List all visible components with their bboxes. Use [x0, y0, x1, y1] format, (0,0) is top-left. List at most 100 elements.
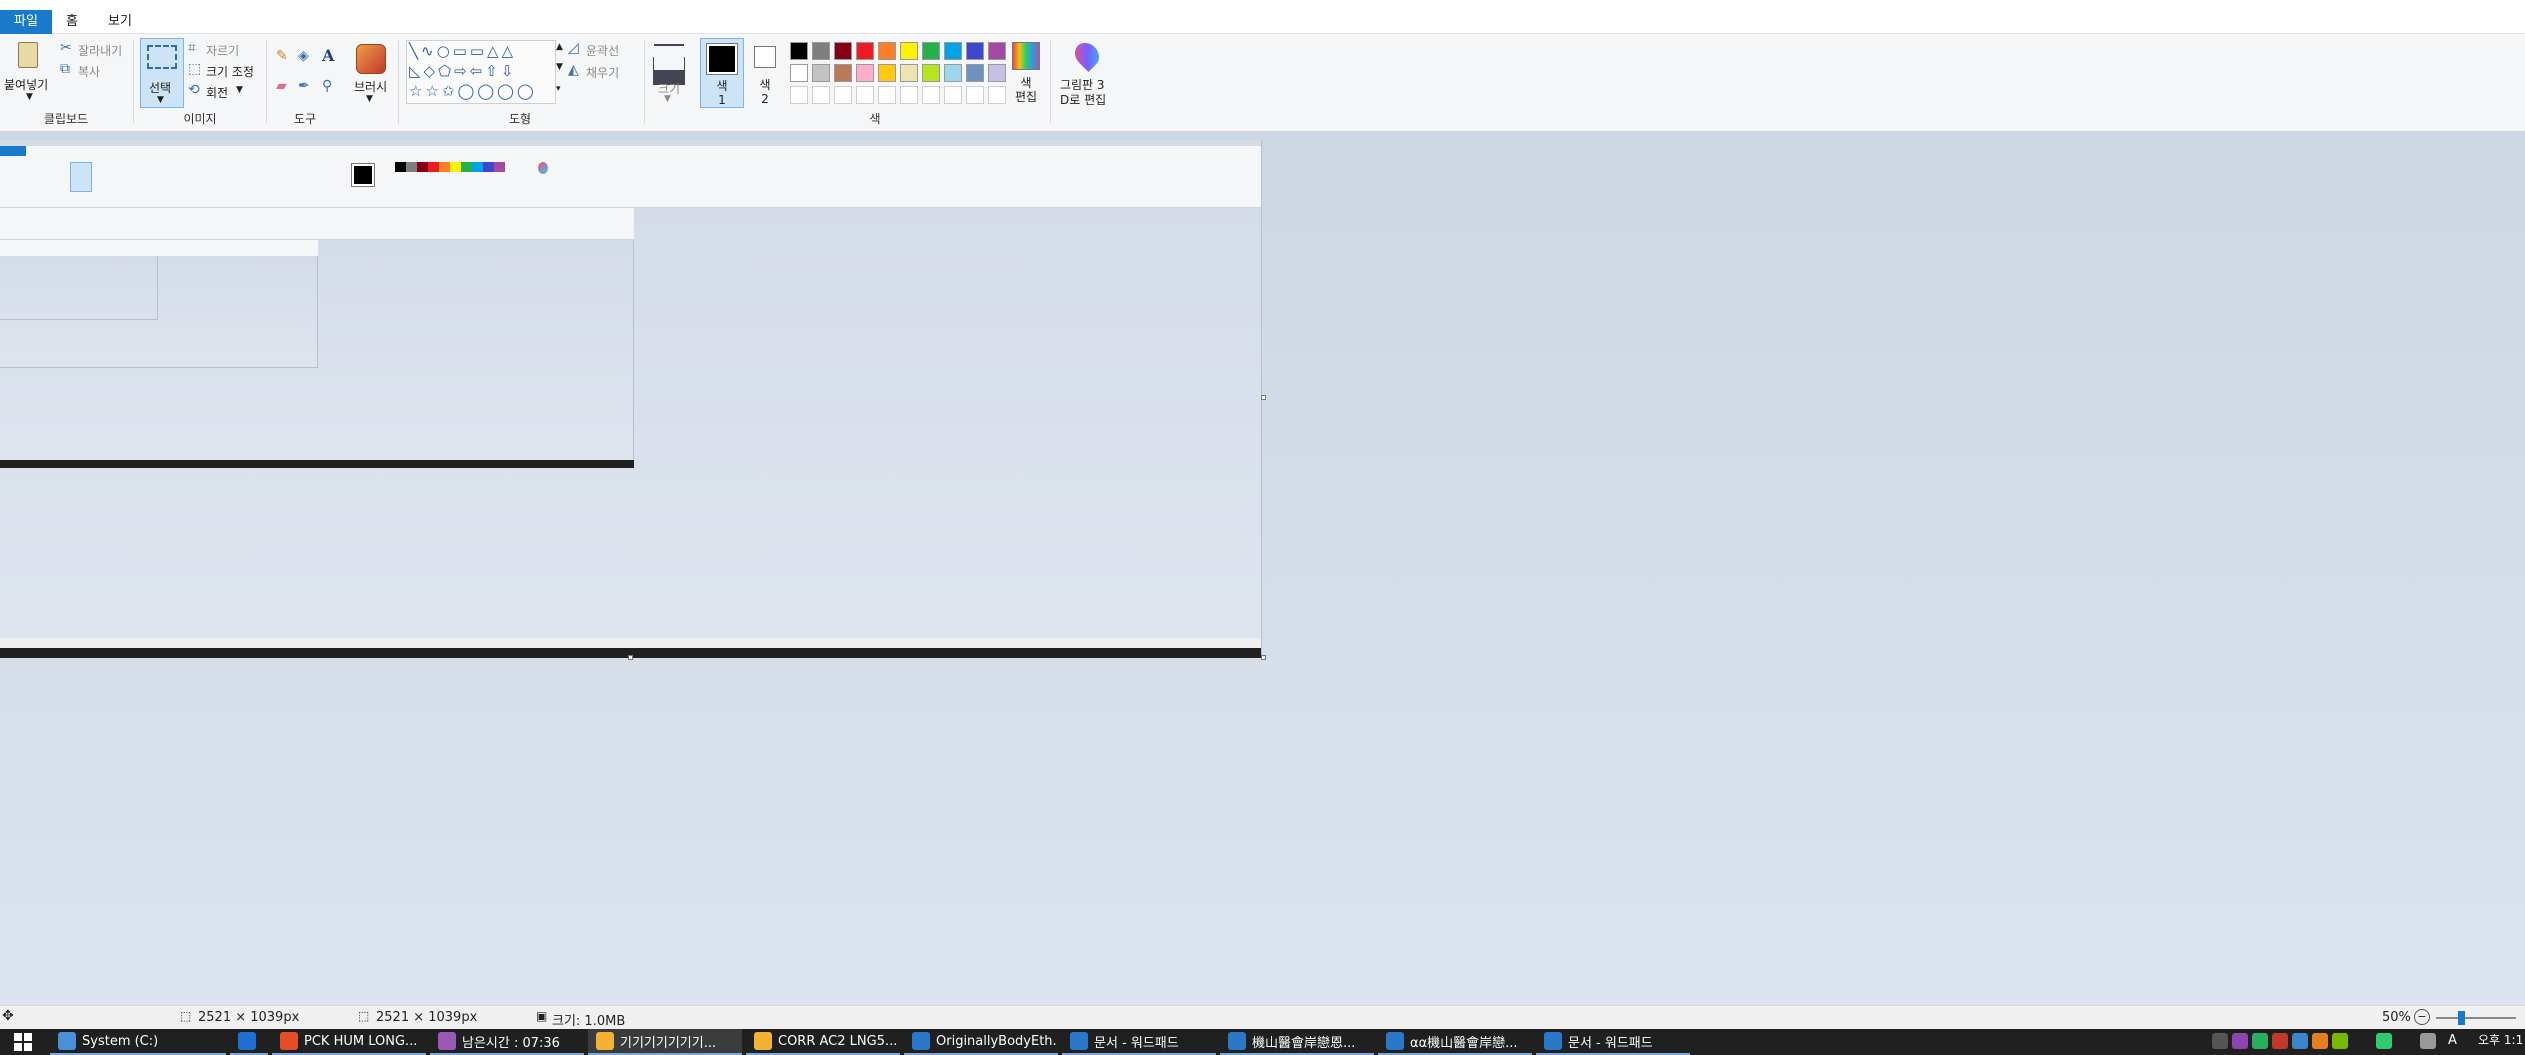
color-swatch[interactable]	[812, 64, 830, 82]
tab-view[interactable]: 보기	[104, 10, 136, 34]
color-swatch[interactable]	[856, 86, 874, 104]
color-swatch[interactable]	[944, 64, 962, 82]
kakao-tray-icon[interactable]	[2376, 1033, 2392, 1049]
fill-button[interactable]: ◭ 채우기	[568, 62, 638, 80]
tab-home[interactable]: 홈	[60, 10, 84, 34]
color-swatch[interactable]	[944, 86, 962, 104]
color-swatch[interactable]	[944, 42, 962, 60]
color-swatch[interactable]	[988, 42, 1006, 60]
crop-label: 자르기	[206, 44, 240, 58]
google-tray-icon[interactable]	[2312, 1033, 2328, 1049]
chrome-tray-icon[interactable]	[2252, 1033, 2268, 1049]
color-swatch[interactable]	[900, 64, 918, 82]
volume-icon[interactable]	[2420, 1033, 2436, 1049]
color-swatch[interactable]	[922, 42, 940, 60]
clock[interactable]: 오후 1:1	[2478, 1031, 2523, 1048]
color-swatch[interactable]	[966, 42, 984, 60]
color-swatch[interactable]	[966, 64, 984, 82]
shapes-row-1: ╲∿○▭▭△△	[409, 42, 517, 60]
taskbar-item[interactable]: PCK HUM LONG...	[272, 1029, 426, 1055]
color-swatch[interactable]	[878, 86, 896, 104]
color2-button[interactable]: 색 2	[748, 38, 784, 108]
network-icon[interactable]	[2212, 1033, 2228, 1049]
cut-button[interactable]: ✂ 잘라내기	[60, 40, 130, 58]
onenote-icon[interactable]	[2232, 1033, 2248, 1049]
taskbar-item[interactable]: 문서 - 워드패드	[1062, 1029, 1216, 1055]
taskbar-item[interactable]: 문서 - 워드패드	[1536, 1029, 1690, 1055]
move-icon: ✥	[2, 1008, 14, 1024]
resize-handle-bottom[interactable]	[628, 655, 633, 660]
fill-bucket-icon[interactable]: ◈	[298, 48, 309, 64]
chevron-down-icon: ▼	[236, 85, 243, 95]
shapes-gallery[interactable]: ╲∿○▭▭△△ ◺◇⬠⇨⇦⇧⇩ ☆☆✩◯◯◯◯	[406, 40, 556, 104]
resize-button[interactable]: ⬚ 크기 조정	[188, 61, 268, 79]
taskbar-item[interactable]: OriginallyBodyEth...	[904, 1029, 1058, 1055]
color-swatch[interactable]	[812, 86, 830, 104]
color-picker-icon[interactable]: ✒	[298, 78, 310, 94]
color-swatch[interactable]	[966, 86, 984, 104]
text-tool-icon[interactable]: A	[322, 46, 334, 65]
color-swatch[interactable]	[790, 42, 808, 60]
color-swatch[interactable]	[856, 42, 874, 60]
paste-button[interactable]: 붙여넣기 ▼	[4, 38, 54, 104]
edit-with-paint3d-button[interactable]: 그림판 3 D로 편집	[1056, 38, 1118, 108]
nested-paint3d-icon	[538, 162, 548, 174]
crop-button[interactable]: ⌗ 자르기	[188, 40, 258, 58]
taskbar-item[interactable]: CORR AC2 LNG5...	[746, 1029, 900, 1055]
brushes-button[interactable]: 브러시 ▼	[352, 40, 392, 106]
color-palette	[786, 40, 1006, 106]
color-swatch[interactable]	[790, 64, 808, 82]
color-swatch[interactable]	[900, 86, 918, 104]
start-button[interactable]	[0, 1029, 46, 1055]
shapes-group-label: 도형	[508, 112, 532, 126]
file-size: 크기: 1.0MB	[552, 1014, 626, 1029]
input-method-icon[interactable]: A	[2448, 1033, 2464, 1049]
opera-tray-icon[interactable]	[2272, 1033, 2288, 1049]
taskbar-item[interactable]: 남은시간 : 07:36	[430, 1029, 584, 1055]
resize-handle-corner[interactable]	[1261, 655, 1266, 660]
pencil-icon[interactable]: ✎	[276, 48, 288, 64]
zoom-slider[interactable]	[2436, 1011, 2516, 1025]
color-swatch[interactable]	[790, 86, 808, 104]
color-swatch[interactable]	[878, 64, 896, 82]
image-canvas[interactable]	[0, 140, 1262, 658]
color-swatch[interactable]	[812, 42, 830, 60]
zoom-slider-thumb[interactable]	[2458, 1011, 2465, 1025]
color1-button[interactable]: 색 1	[700, 38, 744, 108]
color-swatch[interactable]	[922, 86, 940, 104]
select-button[interactable]: 선택 ▼	[140, 38, 184, 108]
color-swatch[interactable]	[988, 64, 1006, 82]
outline-button[interactable]: ◿ 윤곽선	[568, 40, 638, 58]
app-icon	[280, 1032, 298, 1050]
app-icon	[596, 1032, 614, 1050]
color-swatch[interactable]	[834, 86, 852, 104]
nvidia-tray-icon[interactable]	[2332, 1033, 2348, 1049]
magnifier-icon[interactable]: ⚲	[322, 78, 332, 94]
color-swatch[interactable]	[834, 42, 852, 60]
expand-gallery-icon[interactable]: ▾	[556, 84, 561, 94]
copy-button[interactable]: ⧉ 복사	[60, 61, 120, 79]
color-swatch[interactable]	[900, 42, 918, 60]
color-swatch[interactable]	[856, 64, 874, 82]
select-rectangle-icon	[147, 45, 177, 69]
scroll-up-icon[interactable]: ▲	[556, 42, 563, 52]
color-swatch[interactable]	[988, 86, 1006, 104]
color-swatch[interactable]	[922, 64, 940, 82]
app-tray-icon[interactable]	[2292, 1033, 2308, 1049]
taskbar-item[interactable]: 기기기기기기기...	[588, 1029, 742, 1055]
edit-colors-button[interactable]: 색 편집	[1008, 40, 1044, 108]
zoom-out-button[interactable]: −	[2414, 1009, 2430, 1025]
eraser-icon[interactable]: ▰	[276, 78, 287, 94]
nested-ribbon-level3	[0, 240, 318, 256]
taskbar-item[interactable]	[230, 1029, 268, 1055]
resize-handle-right[interactable]	[1261, 395, 1266, 400]
taskbar-item[interactable]: 機山醫會岸戀恩...	[1220, 1029, 1374, 1055]
taskbar-item[interactable]: System (C:)	[50, 1029, 226, 1055]
taskbar-item[interactable]: αα機山醫會岸戀...	[1378, 1029, 1532, 1055]
scroll-down-icon[interactable]: ▼	[556, 62, 563, 72]
color-swatch[interactable]	[834, 64, 852, 82]
rotate-button[interactable]: ⟲ 회전 ▼	[188, 82, 248, 100]
tab-file[interactable]: 파일	[0, 10, 52, 34]
size-button[interactable]: 크기 ▼	[652, 40, 688, 106]
color-swatch[interactable]	[878, 42, 896, 60]
